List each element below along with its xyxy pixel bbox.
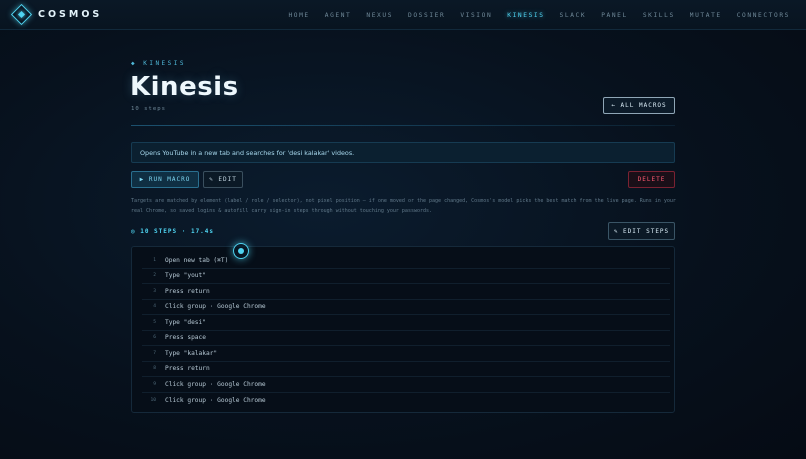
step-number: 6 <box>153 335 156 341</box>
step-text: Open new tab (⌘T) <box>165 256 229 264</box>
step-number: 7 <box>153 350 156 356</box>
step-text: Type "desi" <box>165 318 206 326</box>
edit-macro-button[interactable]: ✎ EDIT <box>203 171 243 188</box>
logo[interactable]: COSMOS <box>10 3 103 26</box>
step-count: 10 steps <box>131 106 166 112</box>
macro-description: Opens YouTube in a new tab and searches … <box>131 142 675 163</box>
matching-note: Targets are matched by element (label / … <box>131 198 676 214</box>
section-eyebrow: ◆ KINESIS <box>131 60 187 67</box>
diamond-logo-icon <box>10 3 33 26</box>
page-title: Kinesis <box>130 72 239 102</box>
step-number: 1 <box>153 257 156 263</box>
steps-list: 1 Open new tab (⌘T) 2 Type "yout" 3 Pres… <box>131 246 675 413</box>
step-text: Click group · Google Chrome <box>165 303 266 311</box>
step-row[interactable]: 6 Press space <box>142 331 670 346</box>
nav-mutate[interactable]: MUTATE <box>690 12 722 19</box>
step-number: 4 <box>153 304 156 310</box>
step-row[interactable]: 8 Press return <box>142 362 670 377</box>
delete-macro-button[interactable]: DELETE <box>628 171 675 188</box>
step-text: Type "yout" <box>165 272 206 280</box>
step-row[interactable]: 4 Click group · Google Chrome <box>142 300 670 315</box>
pointer-cursor-icon <box>233 243 249 259</box>
step-row[interactable]: 5 Type "desi" <box>142 315 670 331</box>
step-text: Press space <box>165 334 206 342</box>
edit-steps-button[interactable]: ✎ EDIT STEPS <box>608 222 675 240</box>
step-number: 2 <box>153 273 156 279</box>
step-row[interactable]: 9 Click group · Google Chrome <box>142 377 670 393</box>
nav-nexus[interactable]: NEXUS <box>366 12 393 19</box>
nav-panel[interactable]: PANEL <box>601 12 628 19</box>
nav-kinesis[interactable]: KINESIS <box>507 12 544 19</box>
step-text: Click group · Google Chrome <box>165 396 266 404</box>
nav-vision[interactable]: VISION <box>460 12 492 19</box>
step-number: 8 <box>153 366 156 372</box>
run-macro-button[interactable]: ▶ RUN MACRO <box>131 171 199 188</box>
main-nav: HOME AGENT NEXUS DOSSIER VISION KINESIS … <box>273 0 790 30</box>
step-text: Press return <box>165 365 210 373</box>
top-bar: COSMOS HOME AGENT NEXUS DOSSIER VISION K… <box>0 0 806 30</box>
step-number: 5 <box>153 319 156 325</box>
steps-heading: ◎ 10 STEPS · 17.4s <box>131 228 215 235</box>
step-number: 9 <box>153 381 156 387</box>
step-number: 3 <box>153 288 156 294</box>
step-text: Click group · Google Chrome <box>165 380 266 388</box>
all-macros-button[interactable]: ← ALL MACROS <box>603 97 675 114</box>
step-row[interactable]: 2 Type "yout" <box>142 269 670 284</box>
nav-connectors[interactable]: CONNECTORS <box>737 12 790 19</box>
nav-skills[interactable]: SKILLS <box>643 12 675 19</box>
nav-dossier[interactable]: DOSSIER <box>408 12 445 19</box>
step-text: Press return <box>165 287 210 295</box>
app-name: COSMOS <box>38 9 103 20</box>
nav-slack[interactable]: SLACK <box>560 12 587 19</box>
step-row[interactable]: 1 Open new tab (⌘T) <box>142 253 670 269</box>
step-number: 10 <box>150 397 156 403</box>
nav-agent[interactable]: AGENT <box>325 12 352 19</box>
step-row[interactable]: 3 Press return <box>142 284 670 300</box>
header-divider <box>131 125 675 126</box>
step-text: Type "kalakar" <box>165 349 218 357</box>
nav-home[interactable]: HOME <box>288 12 309 19</box>
step-row[interactable]: 7 Type "kalakar" <box>142 346 670 362</box>
step-row[interactable]: 10 Click group · Google Chrome <box>142 393 670 409</box>
